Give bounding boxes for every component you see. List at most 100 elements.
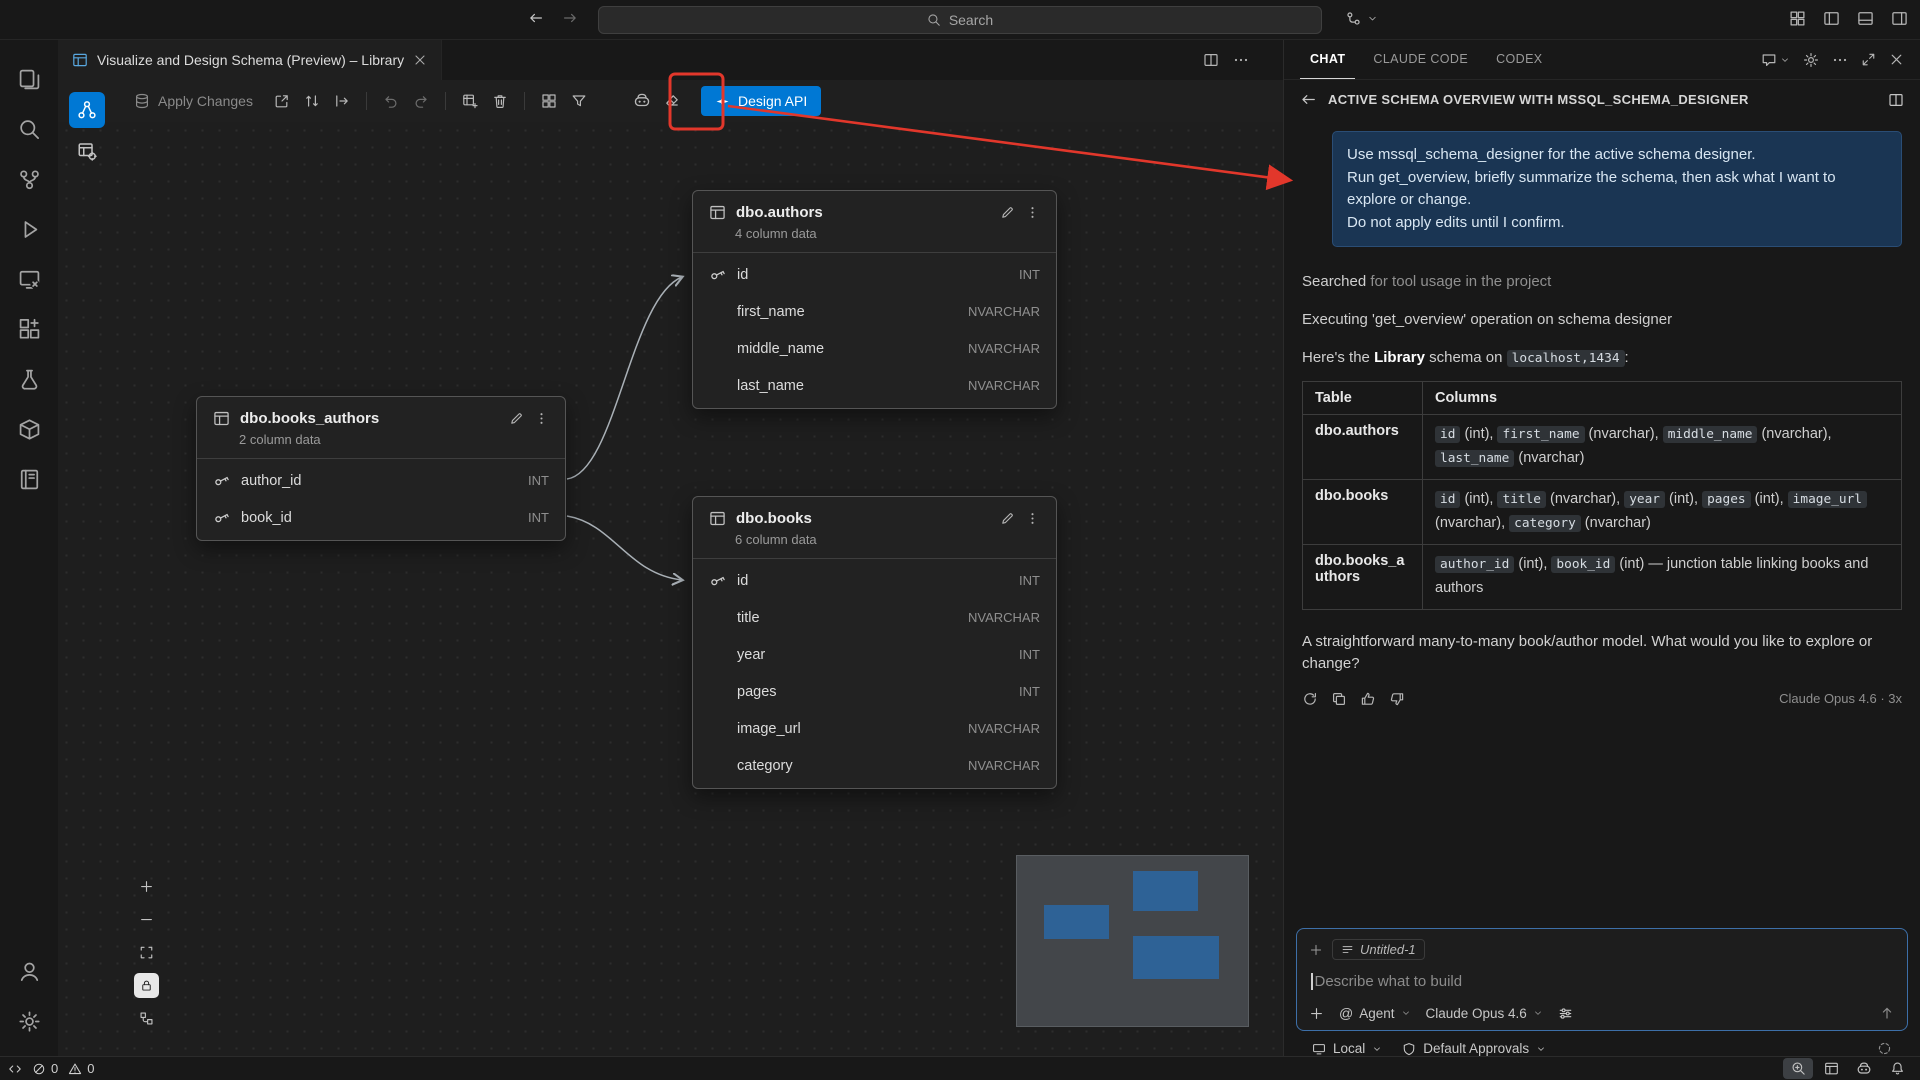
column-row-title[interactable]: titleNVARCHAR: [693, 599, 1056, 636]
back-icon[interactable]: [1300, 91, 1317, 108]
tab-schema-designer[interactable]: Visualize and Design Schema (Preview) – …: [58, 40, 442, 80]
open-chat-in-editor-icon[interactable]: [1888, 92, 1904, 108]
chat-tab-codex[interactable]: CODEX: [1486, 40, 1552, 79]
canvas-minimap[interactable]: [1016, 855, 1249, 1027]
chat-message-list[interactable]: Use mssql_schema_designer for the active…: [1284, 113, 1920, 928]
testing-icon[interactable]: [6, 354, 52, 404]
chat-text-input[interactable]: Describe what to build: [1311, 973, 1893, 990]
column-row-book_id[interactable]: book_idINT: [197, 499, 565, 536]
environment-picker[interactable]: Local: [1312, 1041, 1382, 1056]
chat-more-actions-icon[interactable]: [1832, 52, 1848, 68]
column-row-author_id[interactable]: author_idINT: [197, 462, 565, 499]
apply-changes-button[interactable]: Apply Changes: [134, 93, 253, 109]
edit-table-icon[interactable]: [1000, 511, 1015, 526]
column-row-image_url[interactable]: image_urlNVARCHAR: [693, 710, 1056, 747]
session-menu[interactable]: [1345, 10, 1378, 27]
table-designer-status-icon[interactable]: [1816, 1058, 1846, 1079]
model-picker[interactable]: Claude Opus 4.6: [1426, 1006, 1543, 1021]
column-row-last_name[interactable]: last_nameNVARCHAR: [693, 367, 1056, 404]
attach-icon[interactable]: [1309, 1006, 1324, 1021]
column-row-id[interactable]: idINT: [693, 562, 1056, 599]
tab-close-icon[interactable]: [413, 53, 427, 67]
auto-arrange-icon[interactable]: [134, 1006, 159, 1031]
context-file-chip[interactable]: Untitled-1: [1332, 939, 1425, 960]
table-card-dbo.books_authors[interactable]: dbo.books_authors2 column dataauthor_idI…: [196, 396, 566, 541]
column-row-id[interactable]: idINT: [693, 256, 1056, 293]
rerun-icon[interactable]: [1302, 691, 1318, 707]
zoom-to-fit-icon[interactable]: [134, 940, 159, 965]
approvals-picker[interactable]: Default Approvals: [1402, 1041, 1546, 1056]
table-card-dbo.authors[interactable]: dbo.authors4 column dataidINTfirst_nameN…: [692, 190, 1057, 409]
thumbs-up-icon[interactable]: [1360, 691, 1376, 707]
fk-books-authors-to-books[interactable]: [567, 516, 682, 580]
chat-tab-claude-code[interactable]: CLAUDE CODE: [1363, 40, 1478, 79]
search-icon[interactable]: [6, 104, 52, 154]
zoom-out-icon[interactable]: [134, 907, 159, 932]
table-menu-icon[interactable]: [1025, 511, 1040, 526]
zoom-status-icon[interactable]: [1783, 1058, 1813, 1079]
notifications-bell-icon[interactable]: [1882, 1058, 1912, 1079]
send-icon[interactable]: [1879, 1005, 1895, 1021]
column-row-middle_name[interactable]: middle_nameNVARCHAR: [693, 330, 1056, 367]
account-icon[interactable]: [6, 946, 52, 996]
agent-mode-picker[interactable]: @ Agent: [1339, 1005, 1411, 1021]
thumbs-down-icon[interactable]: [1389, 691, 1405, 707]
nav-back-icon[interactable]: [528, 10, 544, 26]
column-row-year[interactable]: yearINT: [693, 636, 1056, 673]
table-definition-view-button[interactable]: [69, 133, 105, 169]
fk-books-authors-to-authors[interactable]: [567, 277, 682, 479]
undo-icon[interactable]: [376, 86, 406, 116]
customize-layout-icon[interactable]: [1789, 10, 1806, 27]
chat-tab-chat[interactable]: CHAT: [1300, 40, 1355, 79]
filter-icon[interactable]: [564, 86, 594, 116]
nav-forward-icon[interactable]: [562, 10, 578, 26]
edit-table-icon[interactable]: [509, 411, 524, 426]
explorer-icon[interactable]: [6, 54, 52, 104]
command-center-search[interactable]: Search: [598, 6, 1322, 34]
redo-icon[interactable]: [406, 86, 436, 116]
settings-gear-icon[interactable]: [6, 996, 52, 1046]
export-diagram-icon[interactable]: [267, 86, 297, 116]
chat-close-icon[interactable]: [1889, 52, 1904, 67]
copilot-status-icon[interactable]: [1849, 1058, 1879, 1079]
split-editor-icon[interactable]: [1203, 52, 1219, 68]
source-control-icon[interactable]: [6, 154, 52, 204]
problems-errors[interactable]: 0: [32, 1061, 58, 1076]
run-debug-icon[interactable]: [6, 204, 52, 254]
chat-expand-icon[interactable]: [1861, 52, 1876, 67]
auto-layout-icon[interactable]: [534, 86, 564, 116]
table-menu-icon[interactable]: [1025, 205, 1040, 220]
edit-table-icon[interactable]: [1000, 205, 1015, 220]
table-card-dbo.books[interactable]: dbo.books6 column dataidINTtitleNVARCHAR…: [692, 496, 1057, 789]
design-api-button[interactable]: Design API: [701, 86, 821, 116]
extensions-icon[interactable]: [6, 304, 52, 354]
chat-settings-gear-icon[interactable]: [1803, 52, 1819, 68]
copilot-icon[interactable]: [627, 86, 657, 116]
schema-diagram-view-button[interactable]: [69, 92, 105, 128]
column-row-first_name[interactable]: first_nameNVARCHAR: [693, 293, 1056, 330]
remote-indicator-icon[interactable]: [8, 1062, 22, 1076]
open-script-icon[interactable]: [327, 86, 357, 116]
delete-table-icon[interactable]: [485, 86, 515, 116]
copy-icon[interactable]: [1331, 691, 1347, 707]
tools-sliders-icon[interactable]: [1558, 1006, 1573, 1021]
packages-icon[interactable]: [6, 404, 52, 454]
add-context-icon[interactable]: [1309, 943, 1323, 957]
eraser-icon[interactable]: [657, 86, 687, 116]
column-row-pages[interactable]: pagesINT: [693, 673, 1056, 710]
toggle-secondary-sidebar-icon[interactable]: [1891, 10, 1908, 27]
notebook-icon[interactable]: [6, 454, 52, 504]
table-menu-icon[interactable]: [534, 411, 549, 426]
chat-history-menu[interactable]: [1761, 52, 1790, 68]
lock-canvas-icon[interactable]: [134, 973, 159, 998]
add-table-icon[interactable]: [455, 86, 485, 116]
remote-explorer-icon[interactable]: [6, 254, 52, 304]
zoom-in-icon[interactable]: [134, 874, 159, 899]
problems-warnings[interactable]: 0: [68, 1061, 94, 1076]
chat-input-box[interactable]: Untitled-1 Describe what to build @ Agen…: [1296, 928, 1908, 1031]
column-row-category[interactable]: categoryNVARCHAR: [693, 747, 1056, 784]
toggle-sidebar-icon[interactable]: [1823, 10, 1840, 27]
schema-canvas[interactable]: dbo.authors4 column dataidINTfirst_nameN…: [58, 122, 1283, 1056]
toggle-panel-icon[interactable]: [1857, 10, 1874, 27]
compare-changes-icon[interactable]: [297, 86, 327, 116]
